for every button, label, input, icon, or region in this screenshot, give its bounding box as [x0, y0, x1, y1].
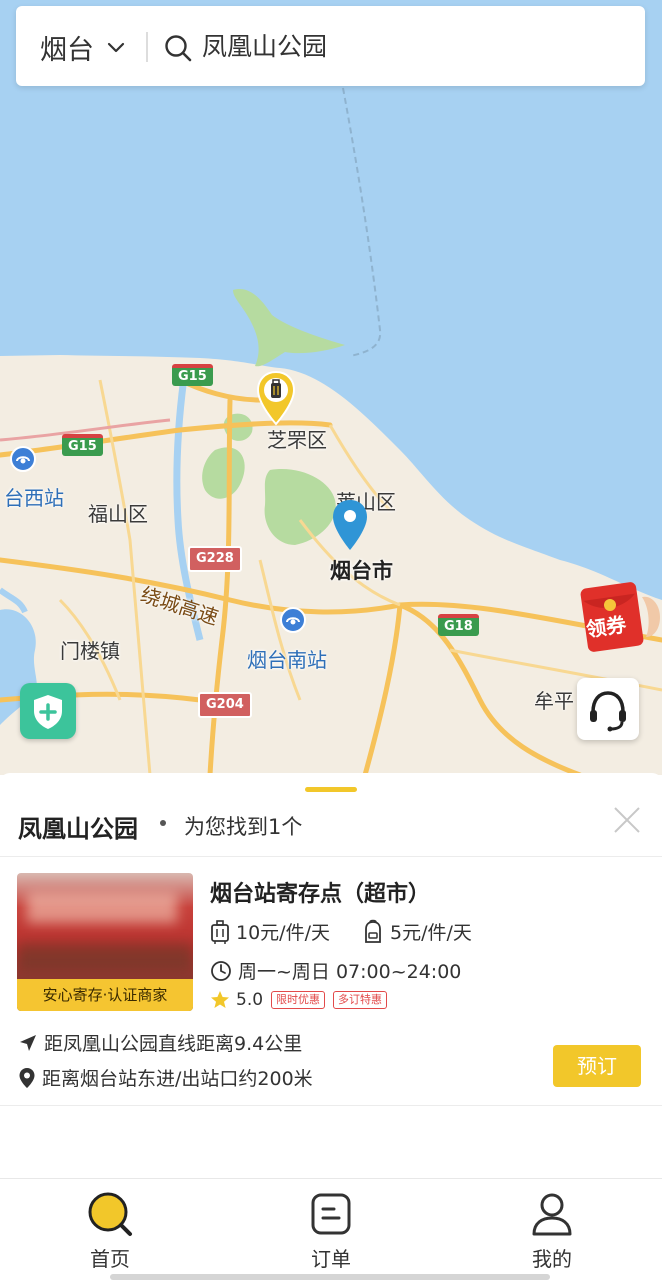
search-bar: 烟台 [16, 6, 645, 86]
safety-shield-button[interactable] [20, 683, 76, 739]
tab-home-label: 首页 [90, 1247, 130, 1271]
home-search-icon [88, 1192, 132, 1236]
rating-value: 5.0 [236, 990, 264, 1010]
customer-service-button[interactable] [577, 678, 639, 740]
price-backpack: 5元/件/天 [362, 918, 472, 945]
luggage-store-pin-icon[interactable] [256, 370, 296, 426]
promo-tag: 多订特惠 [333, 991, 388, 1009]
destination-pin-icon[interactable] [331, 498, 369, 552]
store-photo[interactable]: 安心寄存·认证商家 [17, 873, 193, 1011]
distance-text: 距凤凰山公园直线距离9.4公里 [44, 1033, 303, 1055]
coupon-label: 领券 [584, 612, 628, 642]
train-station-icon[interactable] [10, 446, 36, 472]
tab-profile-label: 我的 [532, 1247, 572, 1271]
map-label-menlou: 门楼镇 [60, 639, 120, 663]
navigation-arrow-icon [20, 1034, 36, 1051]
book-button[interactable]: 预订 [553, 1045, 641, 1087]
divider [146, 32, 148, 62]
tab-profile[interactable]: 我的 [502, 1191, 602, 1272]
divider [0, 856, 662, 857]
search-icon [165, 35, 192, 62]
location-text: 距离烟台站东进/出站口约200米 [42, 1068, 313, 1090]
suitcase-icon [211, 919, 229, 944]
city-selector[interactable]: 烟台 [40, 28, 126, 67]
road-shield-g15: G15 [172, 364, 213, 386]
coupon-button[interactable]: 领券 [580, 577, 662, 653]
result-count: 为您找到1个 [184, 815, 303, 839]
road-shield-g204: G204 [198, 692, 252, 718]
star-icon [211, 991, 229, 1008]
map-label-zhifu: 芝罘区 [267, 428, 327, 452]
road-shield-g18: G18 [438, 614, 479, 636]
separator-dot [160, 820, 166, 826]
rating-row: 5.0 限时优惠 多订特惠 [210, 990, 388, 1010]
bottom-tab-bar: 首页 订单 我的 [0, 1178, 662, 1281]
certified-badge: 安心寄存·认证商家 [17, 979, 193, 1011]
price-luggage-text: 10元/件/天 [236, 922, 330, 944]
map-label-yantai-south: 烟台南站 [247, 648, 327, 672]
chevron-down-icon [107, 42, 125, 52]
price-luggage: 10元/件/天 [210, 918, 330, 945]
location-row: 距离烟台站东进/出站口约200米 [18, 1064, 313, 1091]
backpack-icon [365, 919, 381, 943]
shield-plus-icon [34, 695, 62, 729]
price-backpack-text: 5元/件/天 [390, 922, 472, 944]
distance-row: 距凤凰山公园直线距离9.4公里 [18, 1029, 302, 1056]
map-label-yantai-city: 烟台市 [330, 559, 393, 583]
store-name[interactable]: 烟台站寄存点（超市） [210, 876, 430, 908]
result-panel-title: 凤凰山公园 [18, 815, 138, 843]
map-label-muping: 牟平 [534, 689, 574, 713]
search-input[interactable] [202, 30, 602, 59]
divider [0, 1105, 662, 1106]
drag-handle[interactable] [305, 787, 357, 792]
opening-hours: 周一~周日 07:00~24:00 [210, 957, 461, 984]
map-label-west-station: 台西站 [4, 486, 64, 510]
map-label-fushan: 福山区 [88, 502, 148, 526]
train-station-icon[interactable] [280, 607, 306, 633]
map-view[interactable]: G15 G15 G228 G18 G204 芝罘区 莱山区 福山区 烟台市 门楼… [0, 0, 662, 775]
result-panel: 凤凰山公园 为您找到1个 安心寄存·认证商家 烟台站寄存点（超市） 10元/件/… [0, 773, 662, 1178]
road-shield-g228: G228 [188, 546, 242, 572]
opening-hours-text: 周一~周日 07:00~24:00 [238, 961, 462, 983]
location-pin-icon [19, 1067, 35, 1088]
road-shield-g15: G15 [62, 434, 103, 456]
city-label: 烟台 [40, 35, 94, 66]
profile-icon [532, 1193, 572, 1236]
home-indicator [110, 1274, 550, 1280]
headset-icon [590, 691, 626, 732]
tab-orders[interactable]: 订单 [281, 1191, 381, 1272]
close-icon[interactable] [612, 805, 642, 835]
promo-tag: 限时优惠 [271, 991, 326, 1009]
clock-icon [211, 960, 231, 981]
tab-home[interactable]: 首页 [60, 1191, 160, 1272]
order-icon [311, 1193, 351, 1235]
tab-orders-label: 订单 [311, 1247, 351, 1271]
